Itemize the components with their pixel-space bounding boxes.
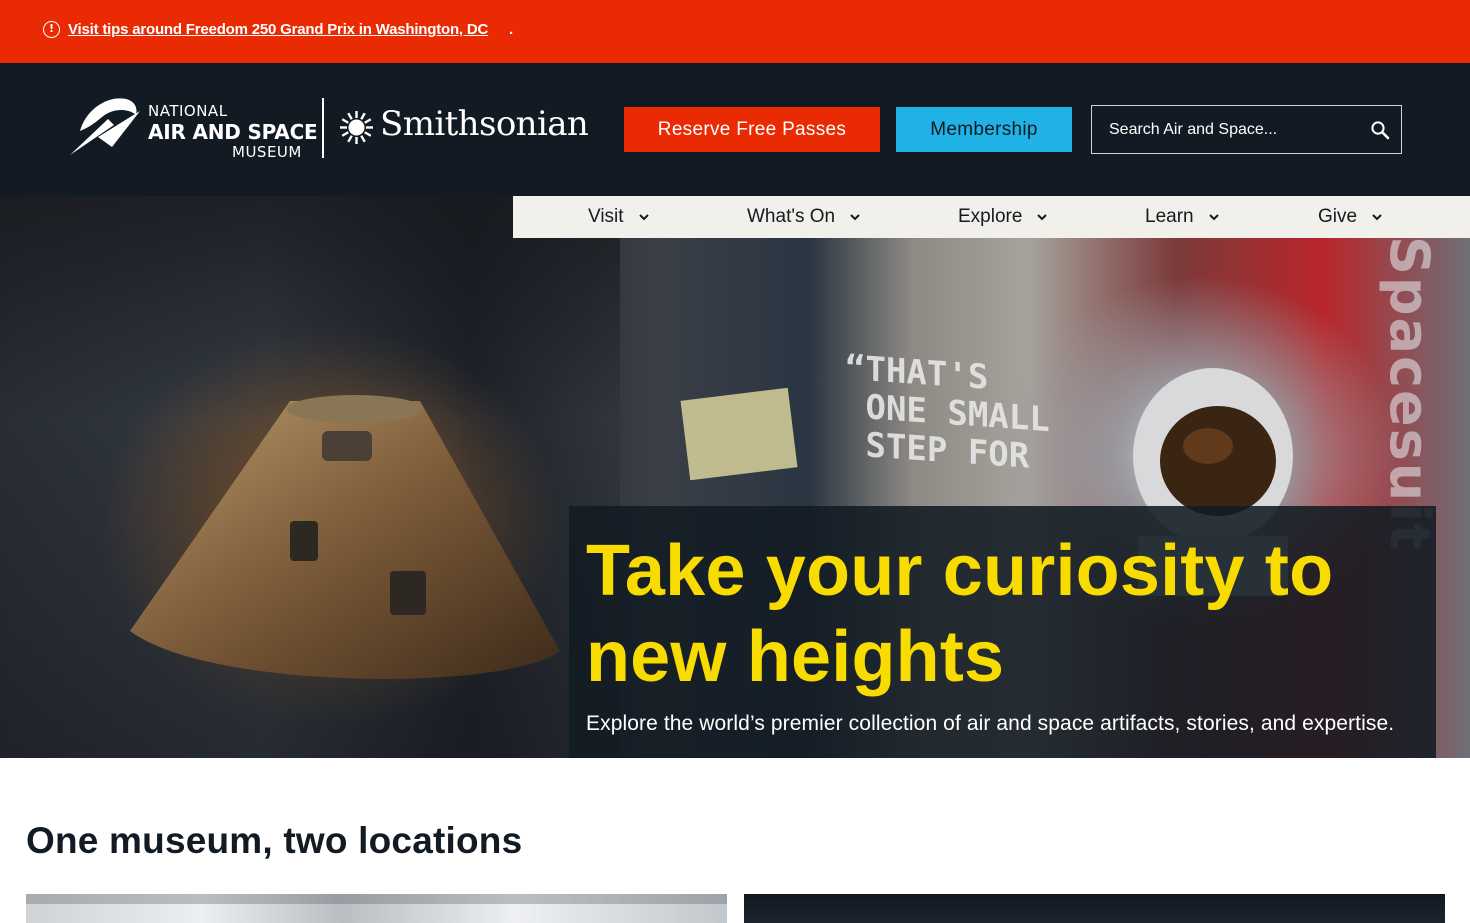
logo-line-1: NATIONAL: [148, 102, 228, 120]
hero-caption-panel: Take your curiosity to new heights Explo…: [569, 506, 1436, 758]
smithsonian-sun-icon: [340, 111, 373, 144]
alert-bar: ! Visit tips around Freedom 250 Grand Pr…: [0, 0, 1470, 63]
logo-divider: [322, 98, 324, 158]
hero-section: “THAT'S ONE SMALL STEP FOR Spacesuit Tak…: [0, 196, 1470, 758]
search-input[interactable]: [1109, 118, 1364, 142]
site-header: NATIONAL AIR AND SPACE MUSEUM Smithsonia…: [0, 63, 1470, 196]
nav-item-visit[interactable]: Visit: [588, 196, 650, 238]
nav-item-label: Visit: [588, 206, 624, 227]
nav-item-whats-on[interactable]: What's On: [747, 196, 861, 238]
alert-circle-icon: !: [43, 21, 60, 38]
nav-item-label: What's On: [747, 206, 836, 227]
wall-quote-art: “THAT'S ONE SMALL STEP FOR: [845, 347, 1050, 477]
command-module-image: [130, 395, 560, 679]
chevron-down-icon: [638, 214, 649, 221]
sponsor-sign: [680, 387, 798, 481]
spacesuit-wall-lettering: Spacesuit: [1378, 236, 1441, 552]
chevron-down-icon: [1372, 214, 1382, 221]
membership-button[interactable]: Membership: [896, 107, 1072, 152]
logo-line-3: MUSEUM: [232, 143, 302, 161]
nav-item-explore[interactable]: Explore: [958, 196, 1048, 238]
alert-suffix: .: [509, 21, 514, 38]
chevron-down-icon: [1208, 214, 1219, 221]
logo-line-2: AIR AND SPACE: [148, 120, 318, 144]
nav-item-learn[interactable]: Learn: [1145, 196, 1220, 238]
hero-title: Take your curiosity to new heights: [586, 531, 1334, 697]
locations-title: One museum, two locations: [26, 820, 523, 861]
hero-subtitle: Explore the world’s premier collection o…: [586, 712, 1395, 735]
chevron-down-icon: [850, 214, 860, 221]
nasm-wordmark: NATIONAL AIR AND SPACE MUSEUM: [148, 104, 318, 160]
nav-item-label: Learn: [1145, 206, 1194, 227]
chevron-down-icon: [1037, 214, 1048, 221]
nav-item-give[interactable]: Give: [1318, 196, 1383, 238]
search-box: [1091, 105, 1402, 154]
main-nav: Visit What's On Explore Learn Give: [513, 196, 1470, 238]
location-card-dc[interactable]: [26, 894, 727, 923]
alert-link[interactable]: Visit tips around Freedom 250 Grand Prix…: [68, 21, 488, 38]
smithsonian-wordmark[interactable]: Smithsonian: [380, 107, 589, 141]
nav-item-label: Explore: [958, 206, 1023, 227]
reserve-passes-button[interactable]: Reserve Free Passes: [624, 107, 880, 152]
location-card-udvar-hazy[interactable]: [744, 894, 1445, 923]
location-card-image: [26, 894, 727, 904]
search-icon[interactable]: [1370, 120, 1390, 140]
nav-item-label: Give: [1318, 206, 1358, 227]
